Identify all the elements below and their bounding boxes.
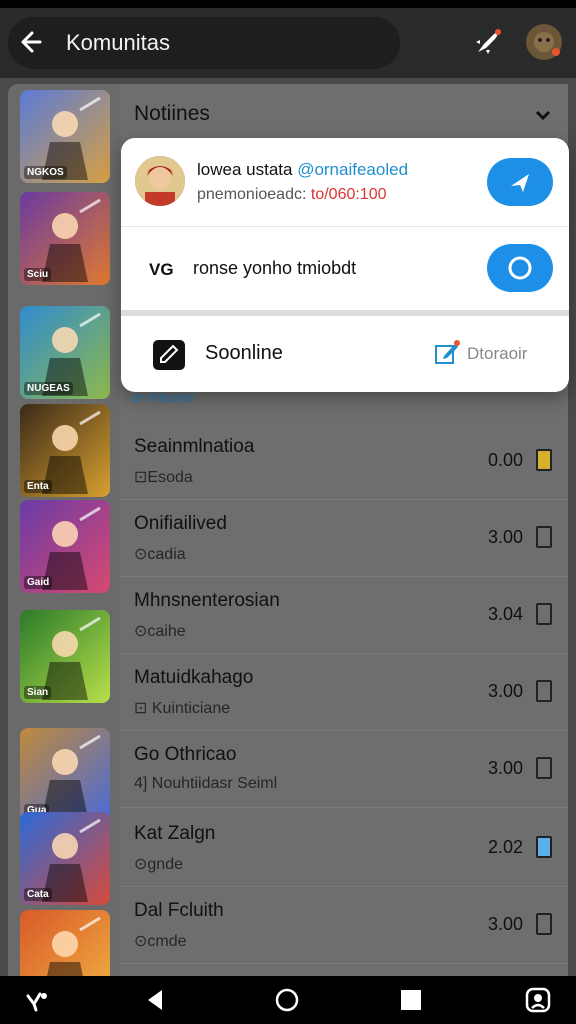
keyboard-switch-icon[interactable] (524, 986, 552, 1014)
back-nav-icon[interactable] (142, 986, 170, 1014)
game-thumbnail[interactable]: Gua (20, 728, 110, 821)
avatar-face-icon (534, 32, 560, 56)
thumbnail-label: NGKOS (24, 166, 67, 179)
list-item[interactable]: Seainmlnatioa ⊡Esoda 0.00 (120, 422, 568, 500)
item-subtitle: ⊙cadia (134, 546, 186, 563)
rocket-icon[interactable] (470, 26, 504, 60)
back-arrow-icon[interactable] (16, 28, 44, 56)
send-button[interactable] (487, 158, 553, 206)
document-icon[interactable] (536, 526, 552, 548)
refresh-button[interactable] (487, 244, 553, 292)
game-thumbnail[interactable]: Sian (20, 610, 110, 703)
thumbnail-label: Cata (24, 888, 52, 901)
thumbnail-label: Sian (24, 686, 52, 699)
list-item[interactable]: Matuidkahago ⊡ Kuinticiane 3.00 (120, 653, 568, 731)
popup-item2-text: ronse yonho tmiobdt (193, 258, 357, 278)
game-thumbnail[interactable]: Gaid (20, 500, 110, 593)
user-avatar (135, 156, 185, 206)
thumbnail-label: Enta (24, 480, 52, 493)
item-title: Onifiailived (134, 513, 227, 534)
recents-nav-icon[interactable] (397, 986, 425, 1014)
item-value: 3.00 (488, 527, 524, 547)
popup-item2-lead: VG (149, 260, 174, 279)
popup-item1-sub-text: pnemonioeadc: (197, 186, 307, 203)
popup-divider-2 (121, 310, 569, 316)
page-title: Komunitas (66, 30, 170, 55)
app-header: Komunitas (0, 8, 576, 78)
chevron-down-icon[interactable] (534, 106, 552, 124)
popup-item1-handle: @ornaifeaoled (297, 160, 409, 179)
thumbnail-label: Sciu (24, 268, 52, 281)
popup-item1-title: lowea ustata @ornaifeaoled (197, 160, 408, 180)
popup-item1-sub: pnemonioeadc: to/060:100 (197, 186, 387, 204)
pencil-icon[interactable] (433, 338, 461, 366)
document-icon[interactable] (536, 680, 552, 702)
status-bar (0, 0, 576, 8)
game-thumbnail[interactable]: Sciu (20, 192, 110, 285)
popup-divider (121, 226, 569, 227)
document-icon[interactable] (536, 757, 552, 779)
list-item[interactable]: Mhnsnenterosian ⊙caihe 3.04 (120, 576, 568, 654)
list-item[interactable]: Onifiailived ⊙cadia 3.00 (120, 499, 568, 577)
item-value: 2.02 (488, 837, 524, 857)
document-icon[interactable] (536, 603, 552, 625)
item-title: Seainmlnatioa (134, 436, 255, 457)
document-icon[interactable] (536, 913, 552, 935)
item-subtitle: 4] Nouhtiidasr Seiml (134, 775, 278, 792)
game-thumbnail[interactable]: NUGEAS (20, 306, 110, 399)
popup-item1-sub-red: to/060:100 (310, 186, 387, 203)
popup-item3-action[interactable]: Dtoraoir (467, 344, 527, 364)
item-value: 3.00 (488, 758, 524, 778)
item-subtitle: ⊙cmde (134, 933, 187, 950)
item-title: Mhnsnenterosian (134, 590, 280, 611)
thumbnail-label: NUGEAS (24, 382, 73, 395)
game-sidebar: NGKOS Sciu NUGEAS Enta Gaid Sian Gua Cata (8, 84, 120, 1003)
item-value: 3.00 (488, 681, 524, 701)
document-icon[interactable] (536, 836, 552, 858)
character-avatar-icon (135, 156, 185, 206)
item-subtitle: ⊙caihe (134, 623, 186, 640)
home-nav-icon[interactable] (273, 986, 301, 1014)
thumbnail-label: Gaid (24, 576, 53, 589)
notifications-heading: Notiines (134, 102, 210, 125)
document-icon[interactable] (536, 449, 552, 471)
item-subtitle: ⊙gnde (134, 856, 183, 873)
item-value: 3.04 (488, 604, 524, 624)
game-thumbnail[interactable]: NGKOS (20, 90, 110, 183)
item-title: Kat Zalgn (134, 823, 216, 844)
send-icon (511, 174, 529, 192)
notification-popup: lowea ustata @ornaifeaoled pnemonioeadc:… (121, 138, 569, 392)
item-title: Matuidkahago (134, 667, 254, 688)
list-item[interactable]: Kat Zalgn ⊙gnde 2.02 (120, 809, 568, 887)
game-thumbnail[interactable]: Enta (20, 404, 110, 497)
item-title: Dal Fcluith (134, 900, 224, 921)
circle-icon (508, 256, 532, 280)
list-item[interactable]: Go Othricao 4] Nouhtiidasr Seiml 3.00 (120, 730, 568, 808)
item-value: 3.00 (488, 914, 524, 934)
system-navbar (0, 976, 576, 1024)
item-value: 0.00 (488, 450, 524, 470)
avatar[interactable] (526, 24, 562, 60)
list-item[interactable]: Dal Fcluith ⊙cmde 3.00 (120, 886, 568, 964)
assistant-icon[interactable] (22, 986, 50, 1014)
popup-item3-text: Soonline (205, 342, 283, 364)
item-title: Go Othricao (134, 744, 237, 765)
item-subtitle: ⊡ Kuinticiane (134, 700, 231, 717)
item-subtitle: ⊡Esoda (134, 469, 193, 486)
game-thumbnail[interactable]: Cata (20, 812, 110, 905)
popup-item1-name: lowea ustata (197, 160, 293, 179)
edit-box-icon (153, 340, 185, 370)
